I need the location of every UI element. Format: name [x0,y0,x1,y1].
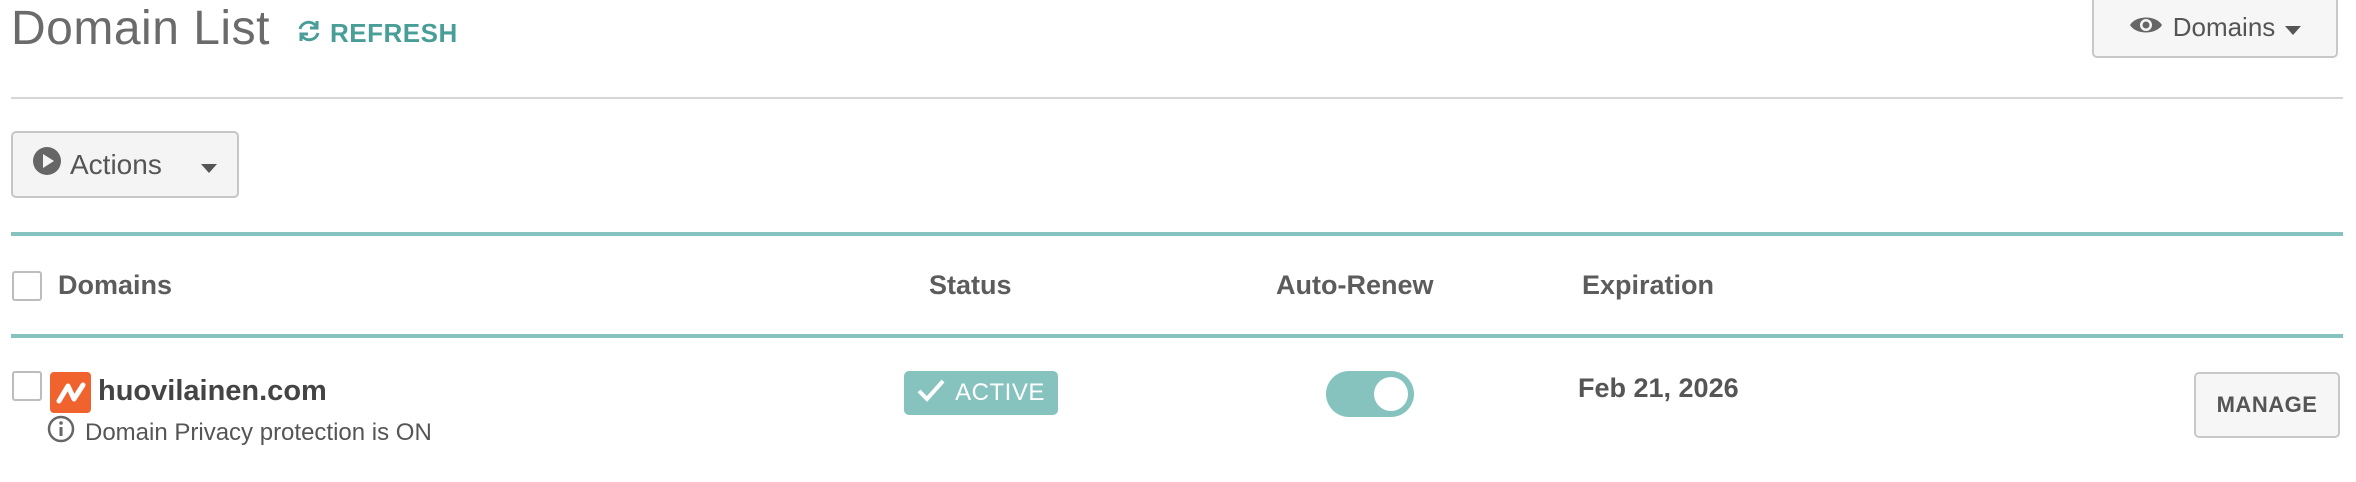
status-label: ACTIVE [955,379,1045,406]
auto-renew-toggle[interactable] [1326,371,1414,417]
toggle-knob [1374,377,1408,411]
privacy-note-text: Domain Privacy protection is ON [85,418,432,446]
manage-button[interactable]: MANAGE [2194,372,2340,438]
chevron-down-icon [2285,12,2302,43]
actions-label: Actions [70,148,162,180]
view-select-button[interactable]: Domains [2092,0,2338,58]
column-header-auto-renew: Auto-Renew [1276,270,1434,300]
privacy-note: Domain Privacy protection is ON [47,415,432,450]
registrar-logo-icon [50,372,91,413]
status-badge: ACTIVE [904,371,1058,415]
row-select-checkbox[interactable] [12,371,42,401]
refresh-icon [296,19,322,48]
expiration-date: Feb 21, 2026 [1578,373,1739,403]
domain-name: huovilainen.com [98,375,327,407]
column-header-status: Status [929,270,1012,300]
refresh-button[interactable]: REFRESH [296,18,458,49]
actions-dropdown-button[interactable]: Actions [11,131,239,198]
refresh-label: REFRESH [330,18,458,48]
page-title: Domain List [11,2,270,55]
info-icon [47,415,75,450]
chevron-down-icon [201,149,217,181]
column-header-domains: Domains [58,270,173,300]
checkmark-icon [917,378,945,409]
table-header-border [11,334,2343,338]
header-divider [11,97,2343,99]
select-all-checkbox[interactable] [12,271,42,301]
column-header-expiration: Expiration [1582,270,1715,300]
view-select-label: Domains [2172,11,2276,42]
table-top-border [11,232,2343,236]
play-circle-icon [32,146,62,183]
eye-icon [2129,12,2163,43]
